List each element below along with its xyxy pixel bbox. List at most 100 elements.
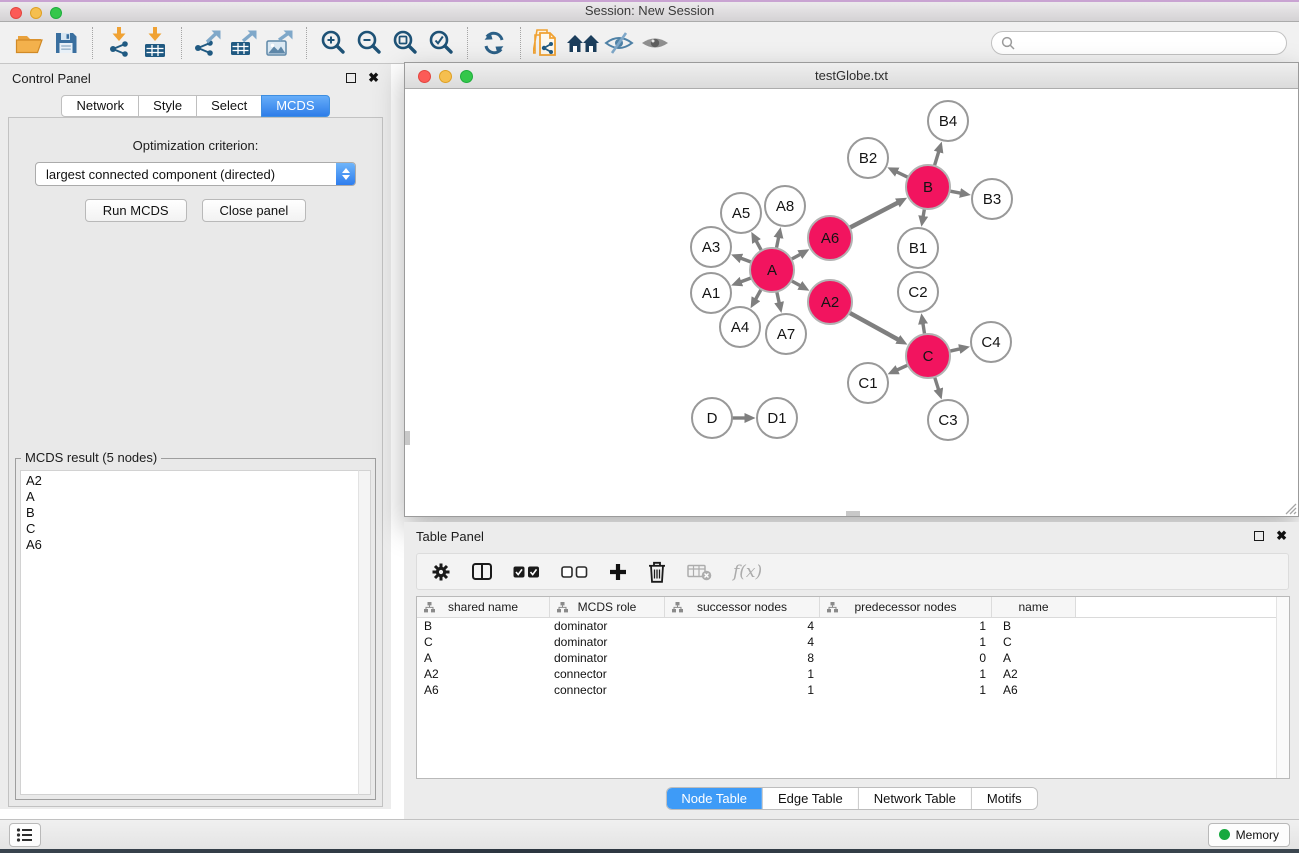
column-header-name[interactable]: name bbox=[992, 597, 1076, 617]
graph-node-A5[interactable]: A5 bbox=[721, 193, 761, 233]
tab-network-table[interactable]: Network Table bbox=[858, 788, 971, 809]
close-panel-button[interactable]: Close panel bbox=[202, 199, 307, 222]
table-row[interactable]: Bdominator41B bbox=[417, 618, 1289, 634]
graph-node-C[interactable]: C bbox=[906, 334, 950, 378]
network-minimize-button[interactable] bbox=[439, 70, 452, 83]
table-cell[interactable]: 1 bbox=[665, 667, 820, 681]
column-header-shared-name[interactable]: shared name bbox=[417, 597, 550, 617]
deselect-all-button[interactable] bbox=[561, 566, 588, 578]
table-settings-button[interactable] bbox=[431, 562, 451, 582]
result-item[interactable]: A2 bbox=[21, 473, 370, 489]
close-window-button[interactable] bbox=[10, 7, 22, 19]
graph-node-A8[interactable]: A8 bbox=[765, 186, 805, 226]
show-all-button[interactable] bbox=[637, 25, 673, 61]
table-row[interactable]: A6connector11A6 bbox=[417, 682, 1289, 698]
table-cell[interactable]: 1 bbox=[665, 683, 820, 697]
graph-node-A2[interactable]: A2 bbox=[808, 280, 852, 324]
network-close-button[interactable] bbox=[418, 70, 431, 83]
table-cell[interactable]: 4 bbox=[665, 619, 820, 633]
zoom-out-button[interactable] bbox=[351, 25, 387, 61]
tab-network[interactable]: Network bbox=[61, 95, 139, 117]
run-mcds-button[interactable]: Run MCDS bbox=[85, 199, 187, 222]
table-cell[interactable]: 1 bbox=[820, 667, 992, 681]
table-cell[interactable]: C bbox=[992, 635, 1076, 649]
table-scrollbar[interactable] bbox=[1276, 597, 1289, 778]
graph-node-A6[interactable]: A6 bbox=[808, 216, 852, 260]
table-row[interactable]: A2connector11A2 bbox=[417, 666, 1289, 682]
graph-node-A4[interactable]: A4 bbox=[720, 307, 760, 347]
export-network-button[interactable] bbox=[190, 25, 226, 61]
graph-node-B[interactable]: B bbox=[906, 165, 950, 209]
select-all-button[interactable] bbox=[513, 566, 540, 578]
table-cell[interactable]: B bbox=[992, 619, 1076, 633]
horizontal-scrollbar-thumb[interactable] bbox=[846, 511, 860, 516]
result-item[interactable]: C bbox=[21, 521, 370, 537]
table-cell[interactable]: 0 bbox=[820, 651, 992, 665]
graph-node-B3[interactable]: B3 bbox=[972, 179, 1012, 219]
optimization-select[interactable]: largest connected component (directed) bbox=[35, 162, 356, 186]
result-item[interactable]: A6 bbox=[21, 537, 370, 553]
table-cell[interactable]: A6 bbox=[992, 683, 1076, 697]
table-cell[interactable]: A2 bbox=[992, 667, 1076, 681]
table-cell[interactable]: A bbox=[992, 651, 1076, 665]
table-cell[interactable]: A2 bbox=[417, 667, 550, 681]
table-cell[interactable]: dominator bbox=[550, 619, 665, 633]
export-table-button[interactable] bbox=[226, 25, 262, 61]
tab-style[interactable]: Style bbox=[138, 95, 197, 117]
graph-node-C1[interactable]: C1 bbox=[848, 363, 888, 403]
table-cell[interactable]: dominator bbox=[550, 635, 665, 649]
export-image-button[interactable] bbox=[262, 25, 298, 61]
result-item[interactable]: A bbox=[21, 489, 370, 505]
graph-node-A3[interactable]: A3 bbox=[691, 227, 731, 267]
resize-grip-icon[interactable] bbox=[1283, 501, 1297, 515]
graph-node-A[interactable]: A bbox=[750, 248, 794, 292]
graph-node-D[interactable]: D bbox=[692, 398, 732, 438]
graph-node-B2[interactable]: B2 bbox=[848, 138, 888, 178]
graph-node-B1[interactable]: B1 bbox=[898, 228, 938, 268]
table-cell[interactable]: 1 bbox=[820, 635, 992, 649]
hide-selected-button[interactable] bbox=[601, 25, 637, 61]
graph-node-A1[interactable]: A1 bbox=[691, 273, 731, 313]
network-zoom-button[interactable] bbox=[460, 70, 473, 83]
graph-node-C4[interactable]: C4 bbox=[971, 322, 1011, 362]
tab-mcds[interactable]: MCDS bbox=[261, 95, 329, 117]
result-item[interactable]: B bbox=[21, 505, 370, 521]
table-cell[interactable]: B bbox=[417, 619, 550, 633]
mcds-result-list[interactable]: A2ABCA6 bbox=[20, 470, 371, 795]
column-header-predecessor-nodes[interactable]: predecessor nodes bbox=[820, 597, 992, 617]
graph-node-D1[interactable]: D1 bbox=[757, 398, 797, 438]
table-cell[interactable]: A bbox=[417, 651, 550, 665]
table-cell[interactable]: C bbox=[417, 635, 550, 649]
tab-motifs[interactable]: Motifs bbox=[971, 788, 1037, 809]
zoom-fit-button[interactable] bbox=[387, 25, 423, 61]
import-table-button[interactable] bbox=[137, 25, 173, 61]
table-cell[interactable]: 1 bbox=[820, 619, 992, 633]
column-header-successor-nodes[interactable]: successor nodes bbox=[665, 597, 820, 617]
tab-edge-table[interactable]: Edge Table bbox=[762, 788, 858, 809]
task-history-button[interactable] bbox=[9, 823, 41, 847]
graph-node-B4[interactable]: B4 bbox=[928, 101, 968, 141]
home-button[interactable] bbox=[565, 25, 601, 61]
float-table-panel-icon[interactable] bbox=[1254, 531, 1264, 541]
table-cell[interactable]: connector bbox=[550, 683, 665, 697]
graph-node-C2[interactable]: C2 bbox=[898, 272, 938, 312]
close-table-panel-icon[interactable]: ✖ bbox=[1276, 531, 1287, 541]
memory-button[interactable]: Memory bbox=[1208, 823, 1290, 847]
open-session-button[interactable] bbox=[12, 25, 48, 61]
minimize-window-button[interactable] bbox=[30, 7, 42, 19]
zoom-selected-button[interactable] bbox=[423, 25, 459, 61]
zoom-in-button[interactable] bbox=[315, 25, 351, 61]
close-panel-icon[interactable]: ✖ bbox=[368, 73, 379, 83]
table-cell[interactable]: dominator bbox=[550, 651, 665, 665]
graph-node-A7[interactable]: A7 bbox=[766, 314, 806, 354]
table-cell[interactable]: 4 bbox=[665, 635, 820, 649]
tab-node-table[interactable]: Node Table bbox=[666, 788, 762, 809]
show-columns-button[interactable] bbox=[472, 563, 492, 580]
tab-select[interactable]: Select bbox=[196, 95, 262, 117]
function-builder-button[interactable]: f(x) bbox=[733, 562, 762, 582]
search-input[interactable] bbox=[1021, 36, 1277, 50]
vertical-scrollbar-thumb[interactable] bbox=[405, 431, 410, 445]
table-cell[interactable]: 8 bbox=[665, 651, 820, 665]
table-cell[interactable]: A6 bbox=[417, 683, 550, 697]
refresh-button[interactable] bbox=[476, 25, 512, 61]
